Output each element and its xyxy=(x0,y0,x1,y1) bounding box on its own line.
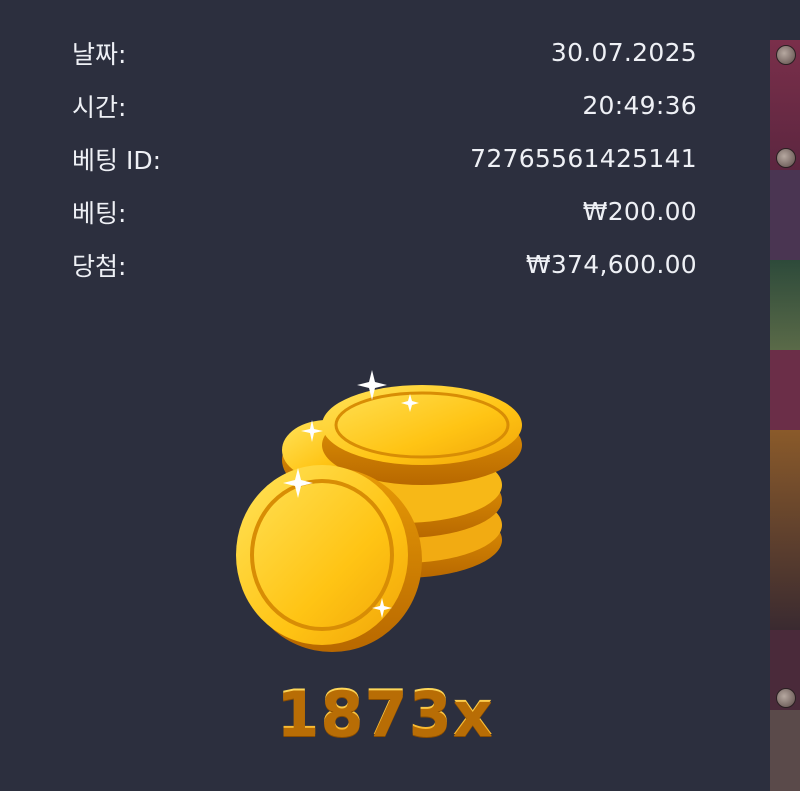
date-row: 날짜: 30.07.2025 xyxy=(72,26,697,79)
win-amount-value: ₩374,600.00 xyxy=(525,250,697,279)
win-multiplier: 1873x xyxy=(0,676,770,749)
bet-info-list: 날짜: 30.07.2025 시간: 20:49:36 베팅 ID: 72765… xyxy=(72,26,697,291)
win-amount-row: 당첨: ₩374,600.00 xyxy=(72,238,697,291)
date-value: 30.07.2025 xyxy=(550,38,697,67)
game-background-strip xyxy=(770,0,800,791)
bet-amount-row: 베팅: ₩200.00 xyxy=(72,185,697,238)
bolt-icon xyxy=(776,148,796,168)
date-label: 날짜: xyxy=(72,39,127,69)
bet-amount-value: ₩200.00 xyxy=(582,197,697,226)
bolt-icon xyxy=(776,45,796,65)
bet-amount-label: 베팅: xyxy=(72,198,127,228)
time-row: 시간: 20:49:36 xyxy=(72,79,697,132)
time-value: 20:49:36 xyxy=(582,91,697,120)
bet-id-value: 72765561425141 xyxy=(470,144,697,173)
bet-id-row: 베팅 ID: 72765561425141 xyxy=(72,132,697,185)
bet-id-label: 베팅 ID: xyxy=(72,145,161,175)
time-label: 시간: xyxy=(72,92,127,122)
bolt-icon xyxy=(776,688,796,708)
bet-details-panel: 날짜: 30.07.2025 시간: 20:49:36 베팅 ID: 72765… xyxy=(0,0,770,791)
win-amount-label: 당첨: xyxy=(72,251,127,281)
gold-coins-icon xyxy=(236,370,522,652)
